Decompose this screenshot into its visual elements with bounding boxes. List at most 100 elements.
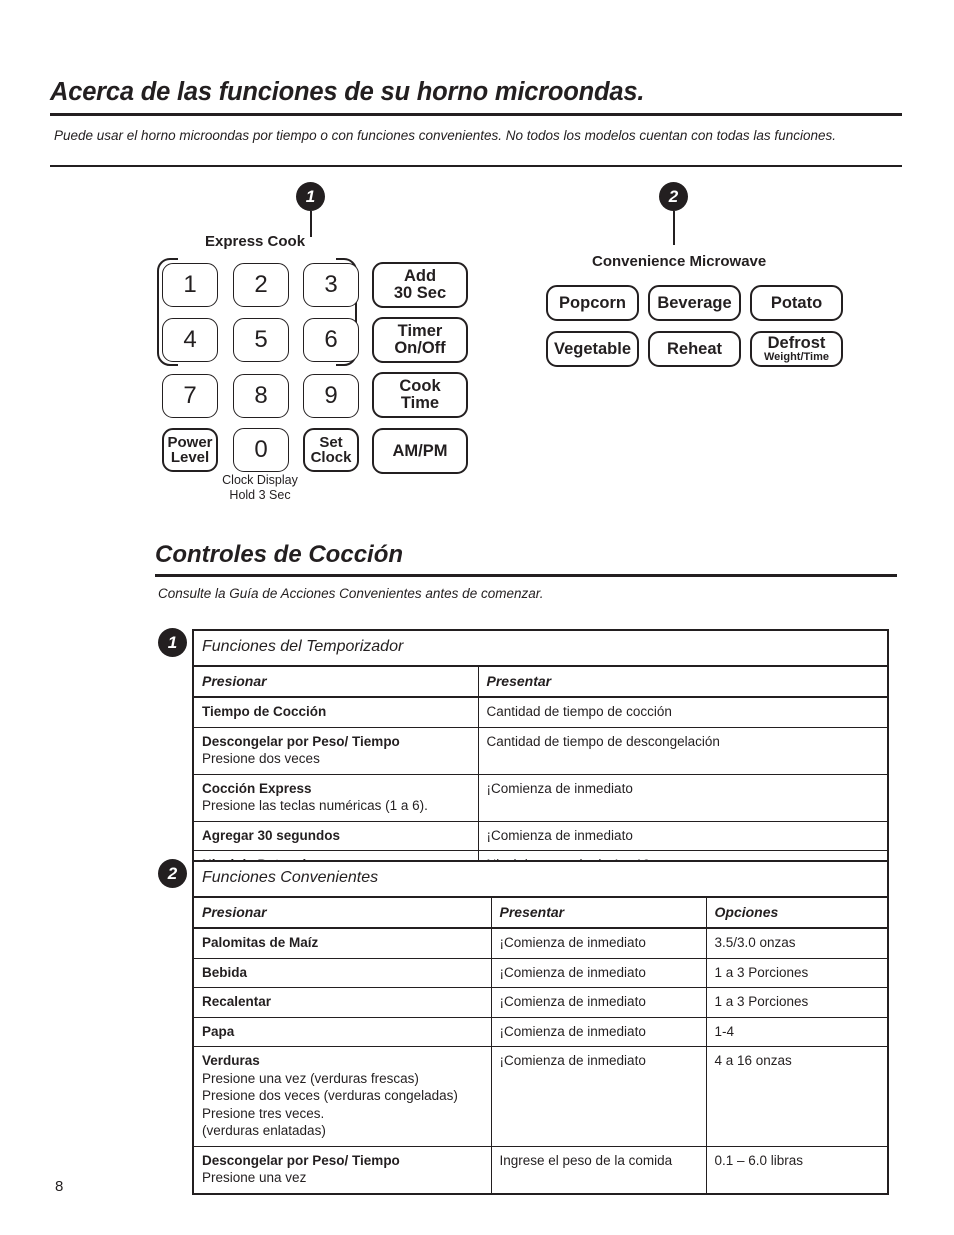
cell-presentar: ¡Comienza de inmediato: [490, 987, 707, 1018]
bracket-mask-top: [178, 254, 336, 263]
key-beverage[interactable]: Beverage: [648, 285, 741, 321]
key-cook-time[interactable]: Cook Time: [372, 372, 468, 418]
cell-presionar: Descongelar por Peso/ Tiempo Presione dos…: [192, 726, 479, 775]
clock-display-note: Clock Display Hold 3 Sec: [222, 473, 298, 502]
callout-stem-2: [673, 211, 675, 245]
table-row: Cocción Express Presione las teclas numér…: [192, 773, 889, 822]
callout-stem-1: [310, 211, 312, 237]
key-5[interactable]: 5: [233, 318, 289, 362]
cell-press-label: Bebida: [202, 964, 248, 980]
cell-press-sublabel: Presione una vez: [202, 1170, 307, 1186]
cell-presionar: Recalentar: [192, 987, 492, 1018]
cell-press-label: Verduras: [202, 1053, 260, 1069]
cell-presentar: Cantidad de tiempo de descongelación: [477, 726, 889, 775]
column-header-presionar: Presionar: [192, 896, 492, 929]
column-header-presentar: Presentar: [477, 665, 889, 698]
cell-presionar: Papa: [192, 1016, 492, 1048]
cell-presionar: Verduras Presione una vez (verduras fresc…: [192, 1046, 492, 1147]
key-8[interactable]: 8: [233, 374, 289, 418]
key-potato[interactable]: Potato: [750, 285, 843, 321]
cell-opciones: 1-4: [705, 1016, 889, 1048]
cell-press-sublabel: Presione las teclas numéricas (1 a 6).: [202, 798, 428, 814]
express-cook-label: Express Cook: [205, 233, 306, 250]
cell-presionar: Palomitas de Maíz: [192, 927, 492, 959]
section-subtitle: Consulte la Guía de Acciones Conveniente…: [158, 586, 544, 601]
key-3[interactable]: 3: [303, 263, 359, 307]
cell-press-label: Papa: [202, 1023, 235, 1039]
cell-press-label: Agregar 30 segundos: [202, 827, 341, 843]
key-2[interactable]: 2: [233, 263, 289, 307]
cell-presionar: Agregar 30 segundos: [192, 820, 479, 852]
callout-badge-1: 1: [296, 182, 325, 211]
cell-opciones: 1 a 3 Porciones: [705, 987, 889, 1018]
key-1[interactable]: 1: [162, 263, 218, 307]
key-4[interactable]: 4: [162, 318, 218, 362]
table-1-marker: 1: [158, 628, 187, 657]
convenience-microwave-label: Convenience Microwave: [592, 253, 767, 270]
table-row: Verduras Presione una vez (verduras fresc…: [192, 1046, 889, 1147]
table-row: Tiempo de Cocción Cantidad de tiempo de c…: [192, 696, 889, 728]
cell-press-sublabel: Presione una vez (verduras frescas) Pres…: [202, 1070, 458, 1139]
cell-presentar: ¡Comienza de inmediato: [490, 1016, 707, 1048]
cell-presionar: Descongelar por Peso/ Tiempo Presione una…: [192, 1145, 492, 1195]
cell-presentar: ¡Comienza de inmediato: [490, 927, 707, 959]
column-header-opciones: Opciones: [705, 896, 889, 929]
table-row: Bebida ¡Comienza de inmediato 1 a 3 Porcio…: [192, 957, 889, 989]
key-defrost-label: Defrost: [767, 333, 826, 352]
key-add-30-sec[interactable]: Add 30 Sec: [372, 262, 468, 308]
table-row: Recalentar ¡Comienza de inmediato 1 a 3 Po…: [192, 987, 889, 1018]
cell-presentar: ¡Comienza de inmediato: [477, 820, 889, 852]
table-row: Descongelar por Peso/ Tiempo Presione una…: [192, 1145, 889, 1195]
page-number: 8: [55, 1178, 64, 1195]
cell-press-label: Cocción Express: [202, 780, 312, 796]
convenience-functions-table: Funciones Convenientes Presionar Present…: [192, 860, 889, 1195]
cell-opciones: 3.5/3.0 onzas: [705, 927, 889, 959]
page-intro-text: Puede usar el horno microondas por tiemp…: [54, 128, 836, 143]
cell-opciones: 0.1 – 6.0 libras: [705, 1145, 889, 1195]
table-caption: Funciones del Temporizador: [192, 629, 889, 667]
table-2-marker: 2: [158, 859, 187, 888]
table-row: Descongelar por Peso/ Tiempo Presione dos…: [192, 726, 889, 775]
key-reheat[interactable]: Reheat: [648, 331, 741, 367]
column-header-presentar: Presentar: [490, 896, 707, 929]
cell-presionar: Cocción Express Presione las teclas numér…: [192, 773, 479, 822]
header-rule-top: [50, 113, 902, 116]
cell-press-sublabel: Presione dos veces: [202, 751, 320, 767]
key-power-level[interactable]: Power Level: [162, 428, 218, 472]
section-title: Controles de Cocción: [155, 541, 404, 568]
timer-functions-table: Funciones del Temporizador Presionar Pre…: [192, 629, 890, 882]
cell-opciones: 1 a 3 Porciones: [705, 957, 889, 989]
key-set-clock[interactable]: Set Clock: [303, 428, 359, 472]
cell-presentar: ¡Comienza de inmediato: [490, 957, 707, 989]
table-row: Papa ¡Comienza de inmediato 1-4: [192, 1016, 889, 1048]
header-rule-bottom: [50, 165, 902, 167]
cell-press-label: Recalentar: [202, 994, 272, 1010]
key-9[interactable]: 9: [303, 374, 359, 418]
cell-presionar: Tiempo de Cocción: [192, 696, 479, 728]
table-caption-row: Funciones Convenientes: [192, 860, 889, 898]
table-header-row: Presionar Presentar: [192, 665, 889, 698]
cell-presionar: Bebida: [192, 957, 492, 989]
cell-presentar: ¡Comienza de inmediato: [490, 1046, 707, 1147]
table-header-row: Presionar Presentar Opciones: [192, 896, 889, 929]
bracket-mask-bottom: [178, 361, 336, 370]
key-am-pm[interactable]: AM/PM: [372, 428, 468, 474]
cell-press-label: Descongelar por Peso/ Tiempo: [202, 1152, 400, 1168]
key-7[interactable]: 7: [162, 374, 218, 418]
key-defrost-sublabel: Weight/Time: [764, 350, 829, 363]
key-defrost[interactable]: Defrost Weight/Time: [750, 331, 843, 367]
key-vegetable[interactable]: Vegetable: [546, 331, 639, 367]
callout-badge-2: 2: [659, 182, 688, 211]
key-popcorn[interactable]: Popcorn: [546, 285, 639, 321]
cell-presentar: ¡Comienza de inmediato: [477, 773, 889, 822]
page-title: Acerca de las funciones de su horno micr…: [50, 78, 645, 106]
key-6[interactable]: 6: [303, 318, 359, 362]
section-rule: [155, 574, 897, 577]
cell-press-label: Descongelar por Peso/ Tiempo: [202, 733, 400, 749]
key-timer-on-off[interactable]: Timer On/Off: [372, 317, 468, 363]
cell-opciones: 4 a 16 onzas: [705, 1046, 889, 1147]
table-caption: Funciones Convenientes: [192, 860, 889, 898]
key-0[interactable]: 0: [233, 428, 289, 472]
table-row: Agregar 30 segundos ¡Comienza de inmediat…: [192, 820, 889, 852]
cell-presentar: Ingrese el peso de la comida: [490, 1145, 707, 1195]
